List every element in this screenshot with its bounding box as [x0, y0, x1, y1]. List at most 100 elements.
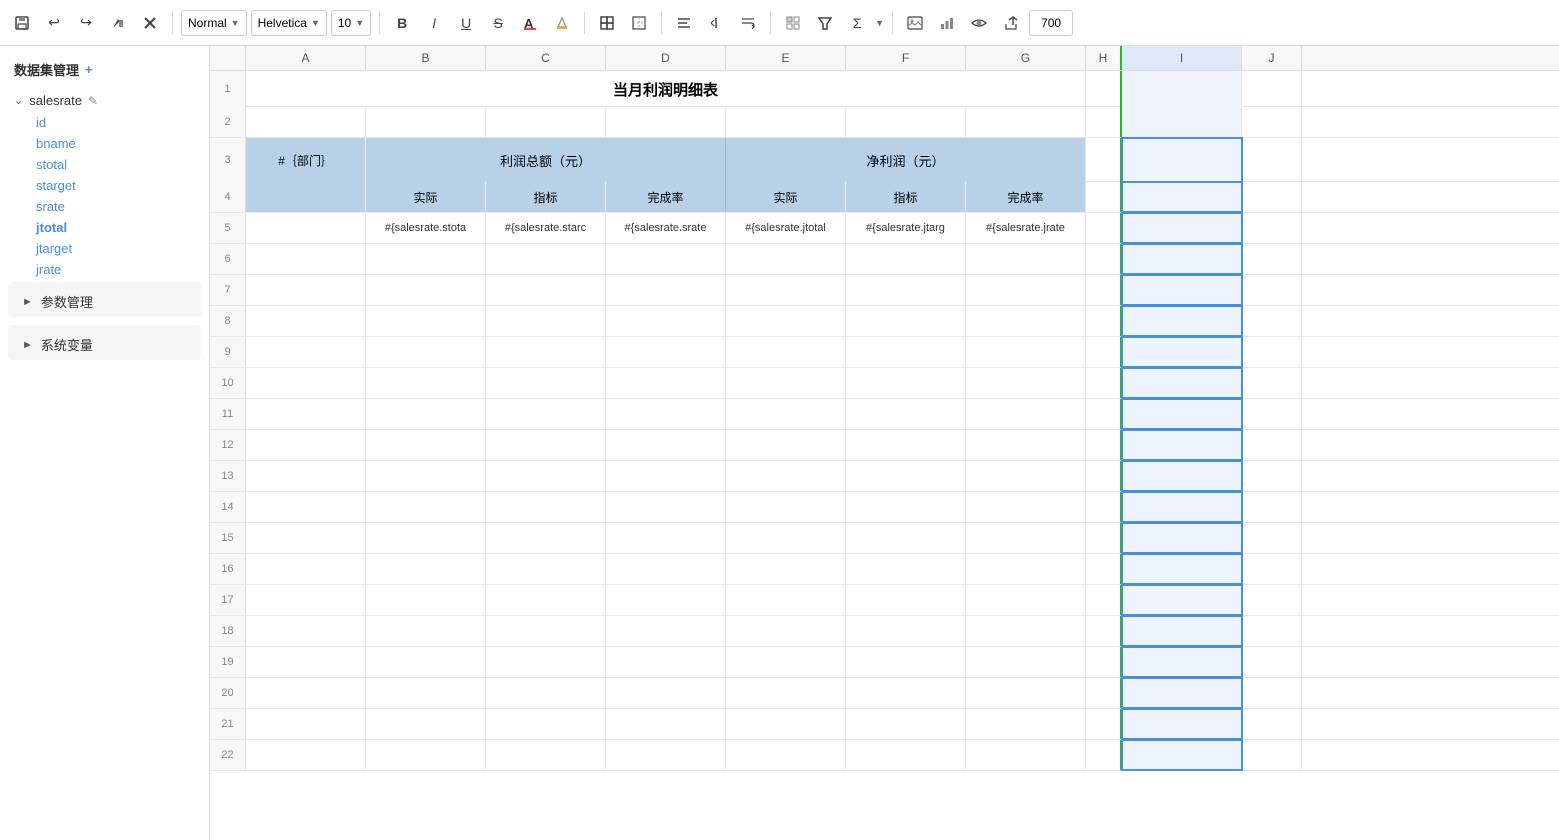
cell-g2[interactable] — [966, 107, 1086, 137]
cell-i16[interactable] — [1122, 554, 1242, 584]
cell-g8[interactable] — [966, 306, 1086, 336]
cell-c15[interactable] — [486, 523, 606, 553]
cell-f18[interactable] — [846, 616, 966, 646]
cell-d22[interactable] — [606, 740, 726, 770]
cell-j2[interactable] — [1242, 107, 1302, 137]
cell-j8[interactable] — [1242, 306, 1302, 336]
cell-e13[interactable] — [726, 461, 846, 491]
cell-c11[interactable] — [486, 399, 606, 429]
underline-button[interactable]: U — [452, 9, 480, 37]
italic-button[interactable]: I — [420, 9, 448, 37]
cell-profit-group[interactable]: 利润总额（元） — [366, 138, 726, 182]
cell-b13[interactable] — [366, 461, 486, 491]
sidebar-field-bname[interactable]: bname — [0, 133, 209, 154]
cell-f11[interactable] — [846, 399, 966, 429]
cell-h12[interactable] — [1086, 430, 1122, 460]
cell-e17[interactable] — [726, 585, 846, 615]
sidebar-field-jtotal[interactable]: jtotal — [0, 217, 209, 238]
cell-f12[interactable] — [846, 430, 966, 460]
cell-f4[interactable]: 指标 — [846, 182, 966, 212]
cell-a20[interactable] — [246, 678, 366, 708]
cell-net-profit-group[interactable]: 净利润（元） — [726, 138, 1086, 182]
cell-e2[interactable] — [726, 107, 846, 137]
cell-f19[interactable] — [846, 647, 966, 677]
align-dropdown[interactable] — [670, 9, 698, 37]
cell-e8[interactable] — [726, 306, 846, 336]
cell-e18[interactable] — [726, 616, 846, 646]
cell-b18[interactable] — [366, 616, 486, 646]
cell-g11[interactable] — [966, 399, 1086, 429]
cell-h16[interactable] — [1086, 554, 1122, 584]
cell-a8[interactable] — [246, 306, 366, 336]
zoom-input[interactable] — [1029, 10, 1073, 36]
cell-c9[interactable] — [486, 337, 606, 367]
cell-d8[interactable] — [606, 306, 726, 336]
cell-j21[interactable] — [1242, 709, 1302, 739]
cell-f9[interactable] — [846, 337, 966, 367]
redo-button[interactable]: ↪ — [72, 9, 100, 37]
cell-b2[interactable] — [366, 107, 486, 137]
cell-a2[interactable] — [246, 107, 366, 137]
cell-i2[interactable] — [1122, 107, 1242, 137]
cell-a6[interactable] — [246, 244, 366, 274]
cell-e12[interactable] — [726, 430, 846, 460]
cell-j13[interactable] — [1242, 461, 1302, 491]
cell-a14[interactable] — [246, 492, 366, 522]
cell-a17[interactable] — [246, 585, 366, 615]
sidebar-field-jtarget[interactable]: jtarget — [0, 238, 209, 259]
cell-e5[interactable]: #{salesrate.jtotal — [726, 213, 846, 243]
cell-c6[interactable] — [486, 244, 606, 274]
sidebar-field-starget[interactable]: starget — [0, 175, 209, 196]
cell-j14[interactable] — [1242, 492, 1302, 522]
save-button[interactable] — [8, 9, 36, 37]
cell-d21[interactable] — [606, 709, 726, 739]
cell-e14[interactable] — [726, 492, 846, 522]
font-dropdown[interactable]: Helvetica ▼ — [251, 10, 327, 36]
cell-j4[interactable] — [1242, 182, 1302, 212]
cell-e22[interactable] — [726, 740, 846, 770]
cell-d11[interactable] — [606, 399, 726, 429]
cell-g7[interactable] — [966, 275, 1086, 305]
cell-h4[interactable] — [1086, 182, 1122, 212]
cell-f17[interactable] — [846, 585, 966, 615]
cell-d18[interactable] — [606, 616, 726, 646]
add-dataset-button[interactable]: + — [85, 62, 93, 77]
cell-d15[interactable] — [606, 523, 726, 553]
cell-f7[interactable] — [846, 275, 966, 305]
cell-g9[interactable] — [966, 337, 1086, 367]
cell-d14[interactable] — [606, 492, 726, 522]
cell-h20[interactable] — [1086, 678, 1122, 708]
borders-button[interactable] — [593, 9, 621, 37]
cell-g21[interactable] — [966, 709, 1086, 739]
cell-b4[interactable]: 实际 — [366, 182, 486, 212]
cell-i14[interactable] — [1122, 492, 1242, 522]
cell-f13[interactable] — [846, 461, 966, 491]
salesrate-dataset-row[interactable]: ⌄ salesrate ✎ — [0, 89, 209, 112]
cell-b21[interactable] — [366, 709, 486, 739]
cell-a18[interactable] — [246, 616, 366, 646]
cell-g17[interactable] — [966, 585, 1086, 615]
cell-b19[interactable] — [366, 647, 486, 677]
cell-h9[interactable] — [1086, 337, 1122, 367]
cell-j15[interactable] — [1242, 523, 1302, 553]
cell-e9[interactable] — [726, 337, 846, 367]
freeze-button[interactable] — [779, 9, 807, 37]
cell-j1[interactable] — [1242, 71, 1302, 107]
cell-g12[interactable] — [966, 430, 1086, 460]
cell-h3[interactable] — [1086, 138, 1122, 182]
cell-b11[interactable] — [366, 399, 486, 429]
cell-a12[interactable] — [246, 430, 366, 460]
sidebar-field-jrate[interactable]: jrate — [0, 259, 209, 280]
cell-d9[interactable] — [606, 337, 726, 367]
col-header-a[interactable]: A — [246, 46, 366, 70]
cell-c14[interactable] — [486, 492, 606, 522]
cell-j3[interactable] — [1242, 138, 1302, 182]
cell-i15[interactable] — [1122, 523, 1242, 553]
cell-i21[interactable] — [1122, 709, 1242, 739]
cell-j19[interactable] — [1242, 647, 1302, 677]
cell-f14[interactable] — [846, 492, 966, 522]
col-header-b[interactable]: B — [366, 46, 486, 70]
cell-h6[interactable] — [1086, 244, 1122, 274]
col-header-c[interactable]: C — [486, 46, 606, 70]
cell-c5[interactable]: #{salesrate.starc — [486, 213, 606, 243]
